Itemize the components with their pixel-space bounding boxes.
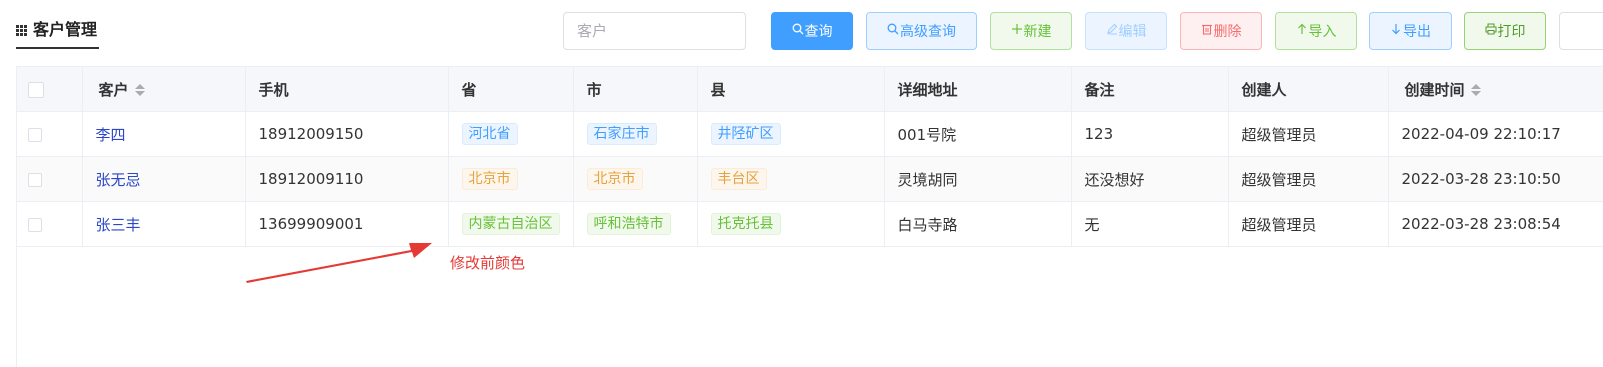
annotation-arrow (246, 243, 432, 283)
annotation-label: 修改前颜色 (450, 254, 526, 272)
customer-management-page: 客户管理 查询 高级查询 新建 编辑 删除 导入 (0, 0, 1603, 367)
